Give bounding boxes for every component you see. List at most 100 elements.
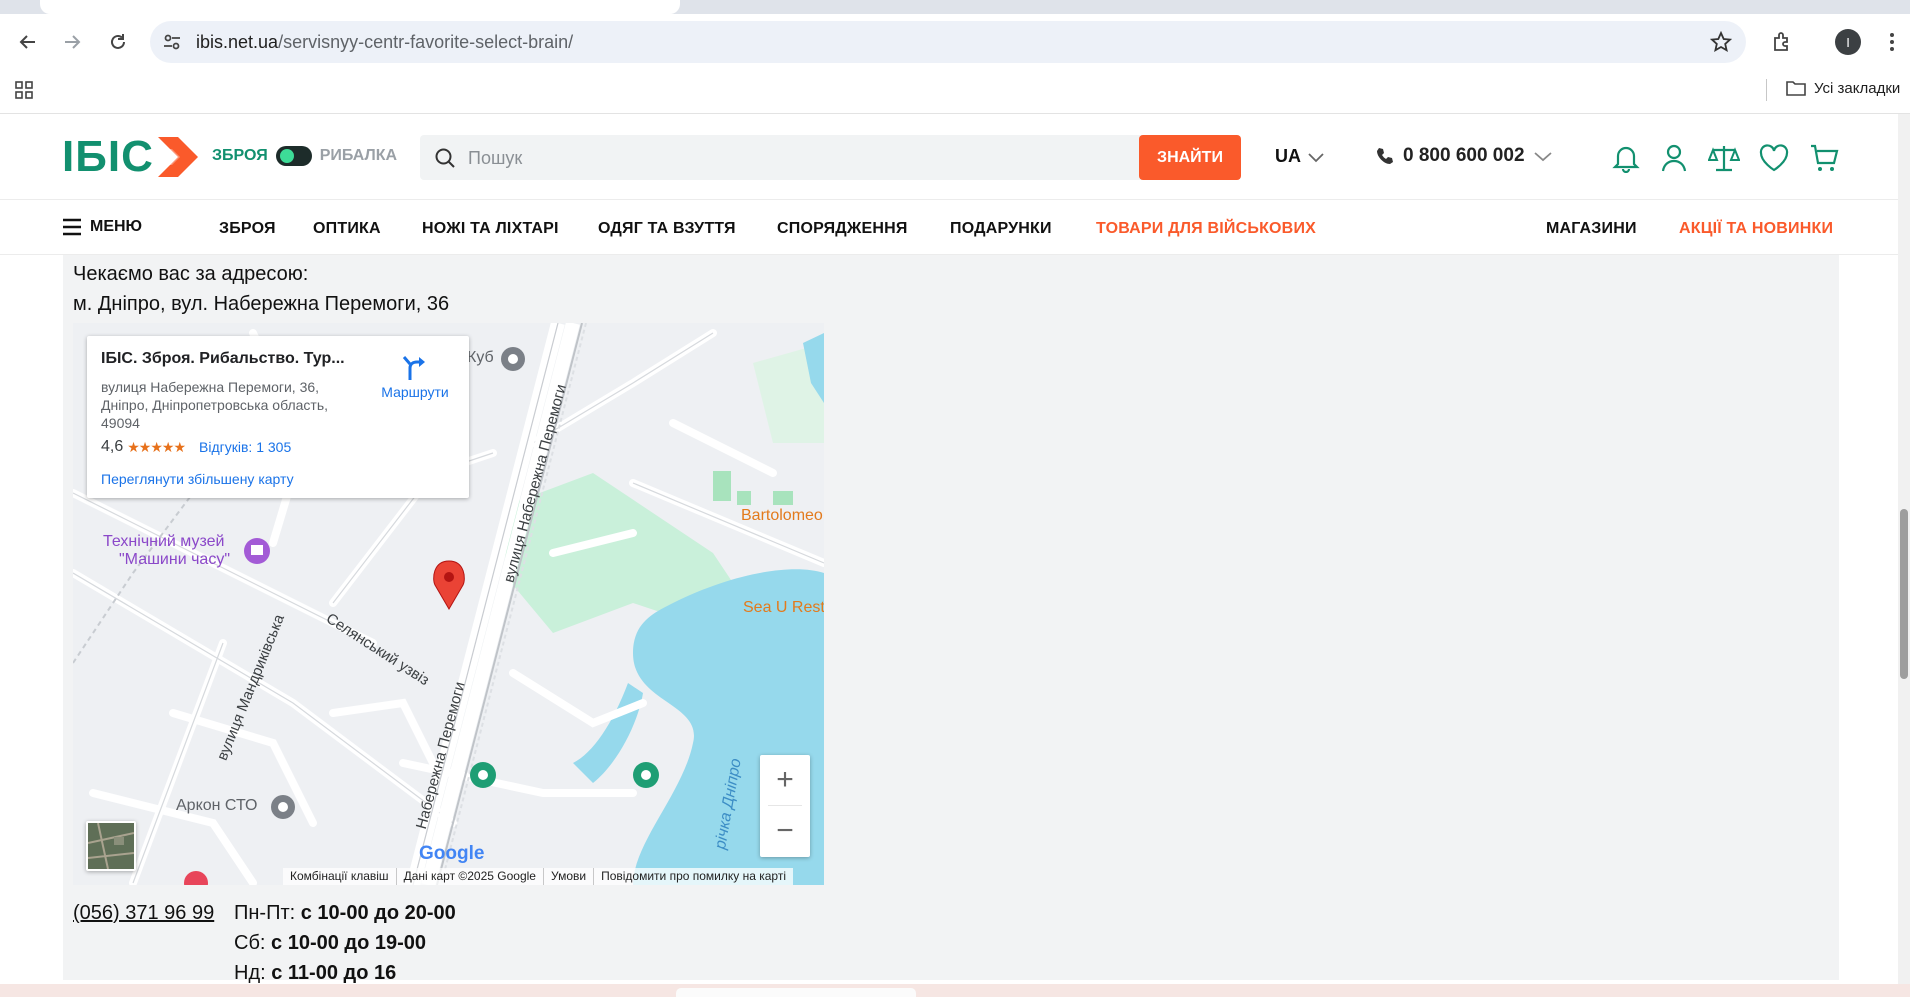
forward-button[interactable] bbox=[58, 28, 86, 56]
google-logo-text: Google bbox=[419, 843, 485, 864]
reload-icon bbox=[111, 34, 125, 49]
zoom-in-button[interactable]: + bbox=[760, 755, 810, 805]
zoom-controls: + − bbox=[760, 755, 810, 857]
map-label-arkon: Аркон СТО bbox=[176, 797, 258, 814]
active-tab[interactable] bbox=[40, 0, 680, 14]
compare-button[interactable] bbox=[1707, 141, 1741, 175]
hours-sunday-label: Нд: bbox=[234, 962, 272, 984]
toggle-label-fishing[interactable]: РИБАЛКА bbox=[320, 147, 397, 165]
toggle-knob bbox=[279, 149, 294, 163]
view-larger-map-link[interactable]: Переглянути збільшену карту bbox=[101, 471, 294, 487]
profile-button[interactable]: I bbox=[1834, 28, 1862, 56]
map-label-museum-sub: "Машини часу" bbox=[119, 551, 230, 568]
address-intro: Чекаємо вас за адресою: bbox=[73, 263, 309, 285]
reload-button[interactable] bbox=[104, 28, 132, 56]
toggle-switch[interactable] bbox=[275, 146, 312, 166]
language-selector[interactable]: UA bbox=[1275, 146, 1325, 167]
scrollbar-thumb[interactable] bbox=[1900, 509, 1908, 679]
account-button[interactable] bbox=[1657, 141, 1691, 175]
url-text[interactable]: ibis.net.ua/servisnyy-centr-favorite-sel… bbox=[196, 32, 573, 53]
report-error-link[interactable]: Повідомити про помилку на карті bbox=[593, 868, 793, 885]
hours-weekdays: Пн-Пт: с 10-00 до 20-00 bbox=[234, 902, 456, 925]
map-attribution: Комбінації клавіш Дані карт ©2025 Google… bbox=[283, 868, 793, 885]
satellite-layer-toggle[interactable] bbox=[86, 821, 136, 871]
nav-item-clothing[interactable]: ОДЯГ ТА ВЗУТТЯ bbox=[598, 220, 736, 238]
reviews-link[interactable]: Відгуків: 1 305 bbox=[199, 439, 291, 455]
site-header: ІБІС ЗБРОЯ РИБАЛКА ЗНАЙТИ UA 0 800 600 0… bbox=[0, 114, 1898, 200]
hours-sunday: Нд: с 11-00 до 16 bbox=[234, 962, 396, 985]
back-button[interactable] bbox=[14, 28, 42, 56]
nav-item-promo[interactable]: АКЦІЇ ТА НОВИНКИ bbox=[1679, 220, 1833, 238]
bookmarks-separator bbox=[1766, 79, 1767, 101]
satellite-thumbnail-icon bbox=[88, 823, 134, 869]
hours-sunday-value: с 11-00 до 16 bbox=[271, 962, 397, 984]
cart-button[interactable] bbox=[1807, 141, 1841, 175]
language-label: UA bbox=[1275, 146, 1301, 166]
map-label-bartolomeo: Bartolomeo bbox=[741, 507, 823, 524]
site-settings-icon[interactable] bbox=[162, 32, 182, 52]
map-label-sea-u: Sea U Rest bbox=[743, 599, 824, 616]
page-scrollbar[interactable] bbox=[1898, 114, 1910, 984]
rating-stars: ★★★★★ bbox=[127, 438, 186, 455]
cart-icon bbox=[1811, 144, 1839, 171]
store-phone-link[interactable]: (056) 371 96 99 bbox=[73, 902, 214, 925]
nav-item-stores[interactable]: МАГАЗИНИ bbox=[1546, 220, 1637, 238]
nav-item-weapons[interactable]: ЗБРОЯ bbox=[219, 220, 276, 238]
folder-icon bbox=[1786, 81, 1806, 96]
header-phone-number: 0 800 600 002 bbox=[1403, 145, 1525, 166]
chevron-down-icon bbox=[1308, 152, 1324, 162]
back-arrow-icon bbox=[19, 35, 35, 49]
map-data-text: Дані карт ©2025 Google bbox=[395, 868, 543, 885]
search-button[interactable]: ЗНАЙТИ bbox=[1139, 135, 1241, 180]
zoom-out-button[interactable]: − bbox=[760, 806, 810, 856]
phone-icon bbox=[1377, 148, 1393, 164]
nav-item-knives[interactable]: НОЖІ ТА ЛІХТАРІ bbox=[422, 220, 559, 238]
browser-tab-strip bbox=[0, 0, 1910, 14]
search-input[interactable] bbox=[468, 143, 1068, 173]
hamburger-icon bbox=[63, 218, 81, 236]
site-logo[interactable]: ІБІС bbox=[62, 132, 202, 182]
directions-button[interactable]: Маршрути bbox=[373, 354, 457, 400]
notifications-button[interactable] bbox=[1609, 141, 1643, 175]
hours-saturday: Сб: с 10-00 до 19-00 bbox=[234, 932, 426, 955]
catalog-toggle[interactable]: ЗБРОЯ РИБАЛКА bbox=[212, 146, 397, 166]
place-title: ІБІС. Зброя. Рибальство. Тур... bbox=[101, 350, 345, 367]
scales-icon bbox=[1708, 146, 1740, 172]
apps-grid-icon[interactable] bbox=[14, 80, 34, 100]
header-phone[interactable]: 0 800 600 002 bbox=[1375, 145, 1553, 167]
toggle-label-weapons[interactable]: ЗБРОЯ bbox=[212, 147, 268, 165]
menu-button[interactable]: МЕНЮ bbox=[62, 218, 142, 236]
map-label-kub: Куб bbox=[467, 349, 494, 366]
bookmark-star-icon[interactable] bbox=[1710, 31, 1732, 53]
wishlist-button[interactable] bbox=[1757, 141, 1791, 175]
menu-label: МЕНЮ bbox=[90, 218, 143, 235]
google-map[interactable]: Технічний музей "Машини часу" Bartolomeo… bbox=[73, 323, 824, 885]
nav-item-equipment[interactable]: СПОРЯДЖЕННЯ bbox=[777, 220, 908, 238]
terms-link[interactable]: Умови bbox=[542, 868, 593, 885]
hours-saturday-label: Сб: bbox=[234, 932, 272, 954]
address-bar[interactable]: ibis.net.ua/servisnyy-centr-favorite-sel… bbox=[150, 21, 1746, 63]
bottom-strip-pill bbox=[676, 988, 916, 997]
place-info-card: ІБІС. Зброя. Рибальство. Тур... вулиця Н… bbox=[87, 336, 469, 498]
nav-item-gifts[interactable]: ПОДАРУНКИ bbox=[950, 220, 1052, 238]
keyboard-shortcuts-link[interactable]: Комбінації клавіш bbox=[283, 868, 396, 885]
puzzle-icon bbox=[1774, 32, 1788, 51]
nav-item-military[interactable]: ТОВАРИ ДЛЯ ВІЙСЬКОВИХ bbox=[1096, 220, 1316, 238]
bottom-strip bbox=[0, 984, 1910, 997]
forward-arrow-icon bbox=[65, 35, 81, 49]
search-icon bbox=[435, 148, 455, 168]
extensions-button[interactable] bbox=[1768, 28, 1796, 56]
bookmarks-bar: Усі закладки bbox=[0, 70, 1910, 114]
logo-text: ІБІС bbox=[62, 132, 154, 181]
nav-item-optics[interactable]: ОПТИКА bbox=[313, 220, 381, 238]
url-path: /servisnyy-centr-favorite-select-brain/ bbox=[278, 32, 574, 52]
url-host: ibis.net.ua bbox=[196, 32, 279, 52]
hours-weekdays-value: с 10-00 до 20-00 bbox=[300, 902, 456, 924]
hours-saturday-value: с 10-00 до 19-00 bbox=[271, 932, 427, 954]
main-nav: МЕНЮ ЗБРОЯ ОПТИКА НОЖІ ТА ЛІХТАРІ ОДЯГ Т… bbox=[0, 200, 1898, 255]
all-bookmarks-button[interactable]: Усі закладки bbox=[1786, 79, 1900, 97]
place-address: вулиця Набережна Перемоги, 36, Дніпро, Д… bbox=[101, 379, 329, 431]
heart-icon bbox=[1759, 144, 1789, 172]
profile-avatar: I bbox=[1835, 29, 1861, 55]
browser-menu-button[interactable] bbox=[1878, 28, 1906, 56]
